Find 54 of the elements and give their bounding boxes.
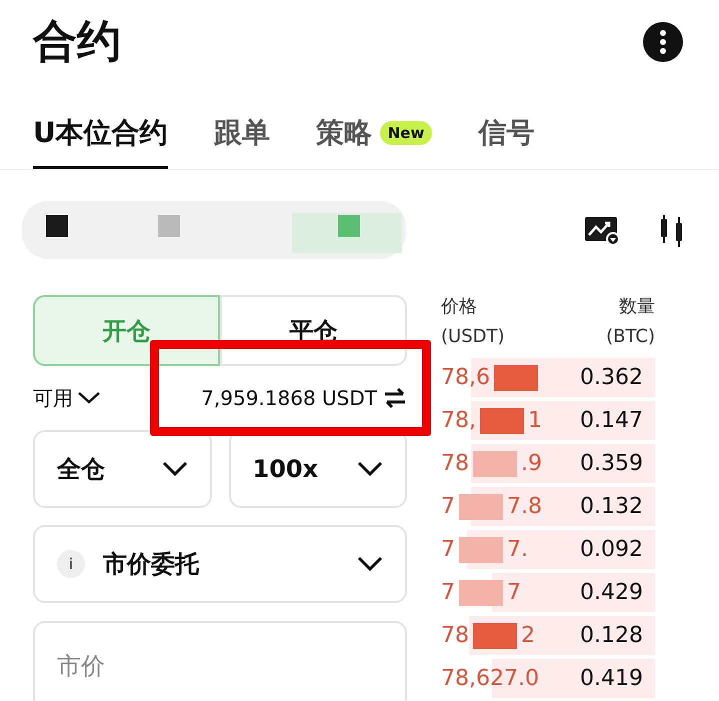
amount: 0.362 <box>580 364 643 392</box>
redaction-mosaic <box>494 364 538 390</box>
column-header: 价格 <box>441 295 478 319</box>
price-fragment: 7 <box>441 536 455 564</box>
price-fragment: 2 <box>521 622 535 650</box>
chevron-down-icon[interactable] <box>77 391 101 405</box>
new-badge: New <box>380 120 432 146</box>
order-type-select[interactable]: i 市价委托 <box>33 525 407 603</box>
more-icon[interactable] <box>643 22 683 62</box>
price-field[interactable]: 市价 <box>33 621 407 701</box>
column-unit: (USDT) <box>441 325 505 349</box>
column-header: 数量 <box>619 295 655 319</box>
price-fragment: 7 <box>441 579 455 607</box>
price-fragment: 7. <box>507 536 528 564</box>
amount: 0.132 <box>580 493 643 521</box>
price-fragment: 78 <box>441 622 469 650</box>
redaction-mosaic <box>459 580 503 606</box>
page-title: 合约 <box>33 20 121 64</box>
price-fragment: 7 <box>507 579 521 607</box>
amount: 0.147 <box>580 407 643 435</box>
price-fragment: 78 <box>441 450 469 478</box>
amount: 0.092 <box>580 536 643 564</box>
chevron-down-icon <box>162 461 188 477</box>
price-fragment: 78,627.0 <box>441 665 539 693</box>
tab[interactable]: 信号 <box>478 112 534 154</box>
price-fragment: 7.8 <box>507 493 542 521</box>
dropdown[interactable]: 全仓 <box>33 430 212 508</box>
amount: 0.359 <box>580 450 643 478</box>
price-input[interactable]: 市价 <box>57 648 383 684</box>
amount: 0.419 <box>580 665 643 693</box>
available-label: 可用 <box>33 385 73 412</box>
price-fragment: 7 <box>441 493 455 521</box>
redaction-mosaic <box>473 450 517 476</box>
tab[interactable]: 跟单 <box>214 112 270 154</box>
info-icon: i <box>57 550 85 578</box>
tab[interactable]: 策略 <box>316 112 372 154</box>
price-fragment: 1 <box>528 407 542 435</box>
candlestick-icon[interactable] <box>661 213 683 247</box>
price-fragment: 78,6 <box>441 364 490 392</box>
amount: 0.429 <box>580 579 643 607</box>
available-balance: 7,959.1868 USDT <box>201 385 377 412</box>
column-unit: (BTC) <box>606 325 655 349</box>
chart-alert-icon[interactable] <box>585 215 621 245</box>
tab[interactable]: U本位合约 <box>33 112 168 154</box>
redaction-mosaic <box>459 494 503 520</box>
redaction-mosaic <box>480 408 524 434</box>
price-fragment: .9 <box>521 450 542 478</box>
chevron-down-icon <box>357 556 383 572</box>
swap-icon[interactable] <box>383 388 407 408</box>
redaction-mosaic <box>459 536 503 562</box>
amount: 0.128 <box>580 622 643 650</box>
price-fragment: 78, <box>441 407 476 435</box>
chevron-down-icon <box>357 461 383 477</box>
redaction-mosaic <box>473 622 517 648</box>
